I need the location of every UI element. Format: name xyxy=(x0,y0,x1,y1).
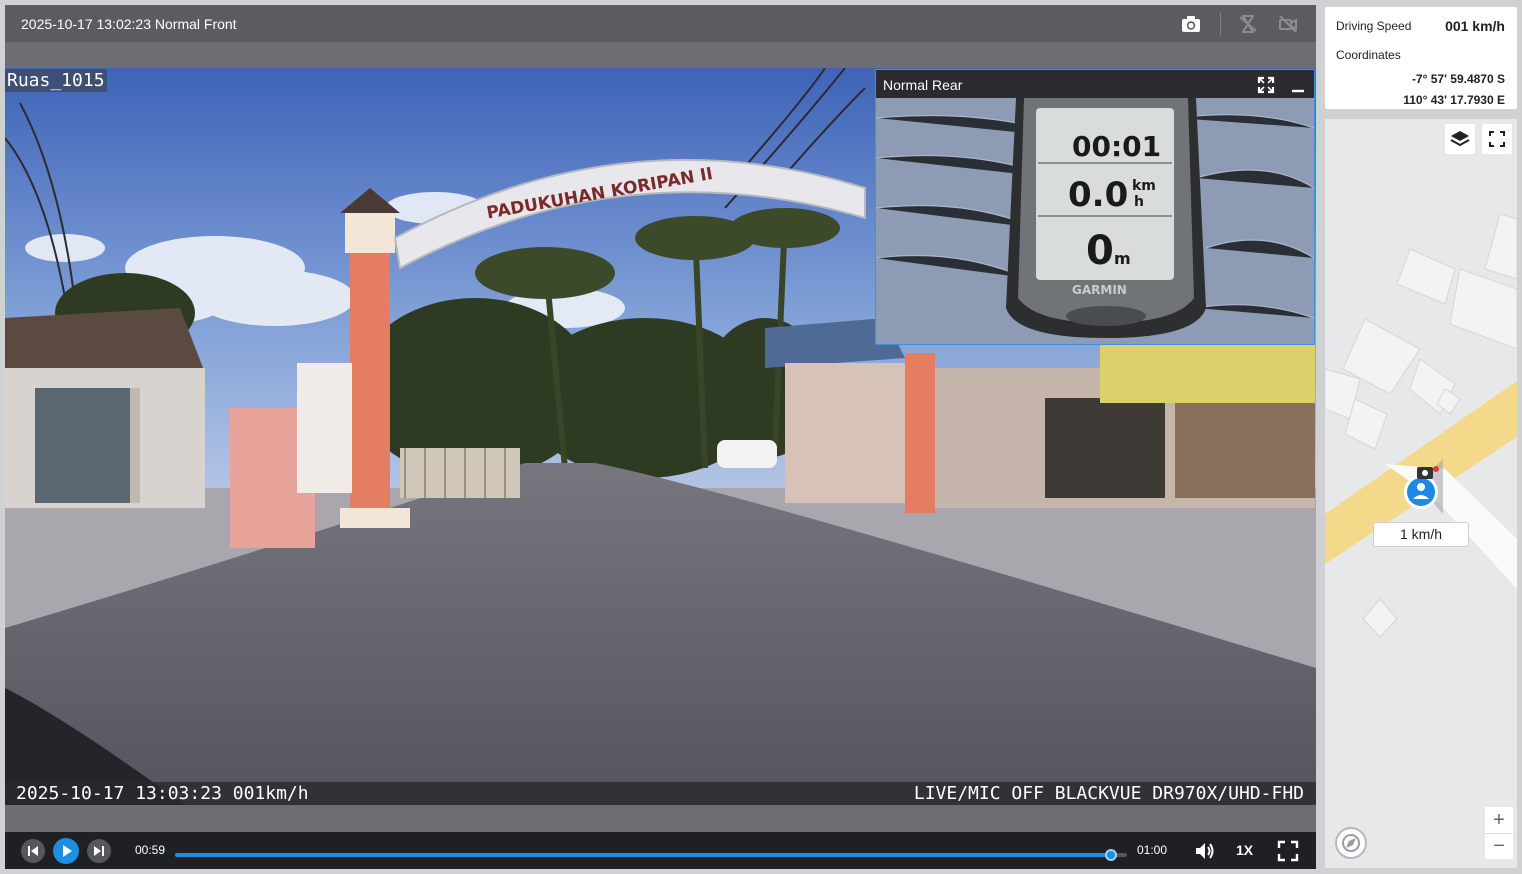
map-panel[interactable]: 1 km/h + − xyxy=(1325,119,1517,868)
gps-distance-unit: m xyxy=(1114,249,1131,268)
rear-camera-scene: 00:01 0.0 km h 0 m GARMIN xyxy=(876,98,1314,344)
progress-thumb[interactable] xyxy=(1104,849,1117,861)
video-title: 2025-10-17 13:02:23 Normal Front xyxy=(21,16,237,32)
video-osd-bar: 2025-10-17 13:03:23 001km/h LIVE/MIC OFF… xyxy=(5,782,1316,805)
coordinates-label: Coordinates xyxy=(1336,48,1401,62)
compass-icon[interactable] xyxy=(1334,826,1368,860)
fullscreen-icon[interactable] xyxy=(1277,840,1299,862)
hourglass-off-icon[interactable] xyxy=(1237,13,1259,35)
trip-info-panel: Driving Speed 001 km/h Coordinates -7° 5… xyxy=(1325,7,1517,109)
progress-fill xyxy=(175,853,1111,857)
minimize-icon[interactable] xyxy=(1289,76,1307,94)
driving-speed-label: Driving Speed xyxy=(1336,19,1412,33)
gps-speed-readout: 0.0 xyxy=(1068,175,1128,215)
video-player: 2025-10-17 13:02:23 Normal Front PADUKUH… xyxy=(5,5,1316,869)
gps-brand-logo: GARMIN xyxy=(1072,283,1127,297)
osd-device-info: LIVE/MIC OFF BLACKVUE DR970X/UHD-FHD xyxy=(913,783,1304,804)
title-bar-divider xyxy=(1220,12,1221,35)
progress-slider[interactable] xyxy=(175,849,1127,861)
skip-next-icon[interactable] xyxy=(86,838,112,864)
zoom-out-button[interactable]: − xyxy=(1485,833,1513,859)
rear-camera-pip[interactable]: Normal Rear 00:01 0.0 km h 0 m GARMIN xyxy=(875,69,1315,345)
longitude-value: 110° 43' 17.7930 E xyxy=(1403,93,1505,107)
current-time: 00:59 xyxy=(135,843,166,857)
camera-icon[interactable] xyxy=(1180,13,1202,35)
expand-icon[interactable] xyxy=(1257,76,1275,94)
playback-controls: 00:59 01:00 1X xyxy=(5,832,1316,869)
latitude-value: -7° 57' 59.4870 S xyxy=(1411,72,1505,86)
gps-speed-unit-top: km xyxy=(1132,178,1156,194)
gps-speed-unit-bottom: h xyxy=(1134,194,1144,210)
zoom-controls: + − xyxy=(1485,807,1513,859)
osd-timestamp-speed: 2025-10-17 13:03:23 001km/h xyxy=(16,783,309,804)
gps-distance-readout: 0 xyxy=(1086,228,1114,274)
camera-overlay-label: Ruas_1015 xyxy=(5,69,107,92)
play-icon[interactable] xyxy=(52,837,80,865)
layers-button[interactable] xyxy=(1445,124,1475,154)
map-fullscreen-button[interactable] xyxy=(1482,124,1512,154)
driving-speed-value: 001 km/h xyxy=(1445,18,1505,34)
playback-rate-button[interactable]: 1X xyxy=(1236,842,1253,858)
skip-previous-icon[interactable] xyxy=(20,838,46,864)
gps-time-readout: 00:01 xyxy=(1072,130,1161,163)
pip-title: Normal Rear xyxy=(883,77,963,93)
video-letterbox-top xyxy=(5,42,1316,68)
volume-icon[interactable] xyxy=(1193,840,1215,862)
total-time: 01:00 xyxy=(1137,843,1168,857)
pip-header: Normal Rear xyxy=(876,70,1314,98)
player-title-bar: 2025-10-17 13:02:23 Normal Front xyxy=(5,5,1316,42)
camera-off-icon[interactable] xyxy=(1277,13,1299,35)
vehicle-marker-icon xyxy=(1407,478,1435,506)
map-canvas xyxy=(1325,119,1517,868)
map-speed-badge: 1 km/h xyxy=(1373,522,1469,547)
zoom-in-button[interactable]: + xyxy=(1485,807,1513,833)
video-letterbox-bottom xyxy=(5,805,1316,832)
layers-icon xyxy=(1450,131,1470,147)
rear-camera-video: 00:01 0.0 km h 0 m GARMIN xyxy=(876,98,1314,344)
map-fullscreen-icon xyxy=(1489,131,1505,147)
